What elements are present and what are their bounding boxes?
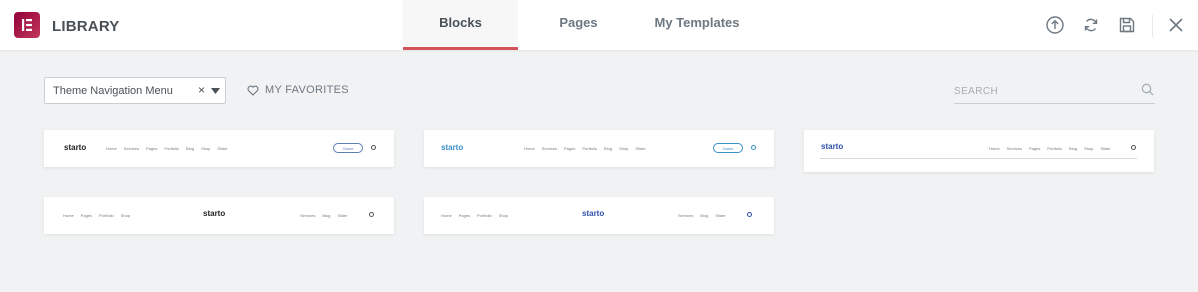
search-box: [954, 78, 1155, 104]
library-header: LIBRARY Blocks Pages My Templates: [0, 0, 1198, 50]
template-underline: [820, 158, 1137, 159]
template-logo: starto: [203, 209, 226, 218]
tab-my-templates[interactable]: My Templates: [636, 0, 758, 50]
template-menu-left: Home Pages Portfolio Shop: [63, 213, 131, 218]
template-search-icon: [371, 145, 376, 150]
template-card[interactable]: Home Pages Portfolio Shop starto Services Bl…: [44, 197, 394, 234]
category-select[interactable]: Theme Navigation Menu ×: [44, 77, 226, 104]
template-card[interactable]: starto Home Services Pages Portfolio Blog Sho…: [804, 130, 1154, 172]
template-menu: Home Services Pages Portfolio Blog Shop Slider: [524, 146, 646, 151]
close-icon[interactable]: [1166, 15, 1186, 35]
template-search-icon: [1131, 145, 1136, 150]
template-logo: starto: [582, 209, 605, 218]
template-logo: starto: [441, 143, 464, 152]
elementor-logo-icon: [14, 12, 40, 38]
template-search-icon: [369, 212, 374, 217]
tab-blocks[interactable]: Blocks: [403, 0, 518, 50]
template-menu: Home Services Pages Portfolio Blog Shop Slider: [989, 146, 1111, 151]
template-button: Game: [333, 143, 363, 153]
template-logo: starto: [64, 143, 87, 152]
template-search-icon: [751, 145, 756, 150]
search-icon[interactable]: [1141, 83, 1154, 96]
template-card[interactable]: starto Home Services Pages Portfolio Blog Sho…: [44, 130, 394, 167]
heart-icon: [247, 85, 259, 96]
chevron-down-icon[interactable]: [211, 88, 221, 95]
my-favorites-label: MY FAVORITES: [265, 84, 349, 96]
library-title: LIBRARY: [52, 18, 120, 35]
header-divider: [1152, 15, 1153, 37]
template-button: Game: [713, 143, 743, 153]
template-menu-right: Services Blog Slider: [678, 213, 726, 218]
template-card[interactable]: Home Pages Portfolio Shop starto Services Bl…: [424, 197, 774, 234]
search-input[interactable]: [954, 82, 1134, 100]
template-card[interactable]: starto Home Services Pages Portfolio Blog Sho…: [424, 130, 774, 167]
template-menu-right: Services Blog Slider: [300, 213, 348, 218]
category-select-value: Theme Navigation Menu: [53, 85, 173, 97]
template-logo: starto: [821, 142, 844, 151]
clear-selection-icon[interactable]: ×: [198, 84, 205, 96]
sync-icon[interactable]: [1081, 15, 1101, 35]
save-icon[interactable]: [1117, 15, 1137, 35]
tab-pages[interactable]: Pages: [521, 0, 636, 50]
template-menu-left: Home Pages Portfolio Shop: [441, 213, 509, 218]
template-menu: Home Services Pages Portfolio Blog Shop Slider: [106, 146, 228, 151]
import-icon[interactable]: [1045, 15, 1065, 35]
template-search-icon: [747, 212, 752, 217]
